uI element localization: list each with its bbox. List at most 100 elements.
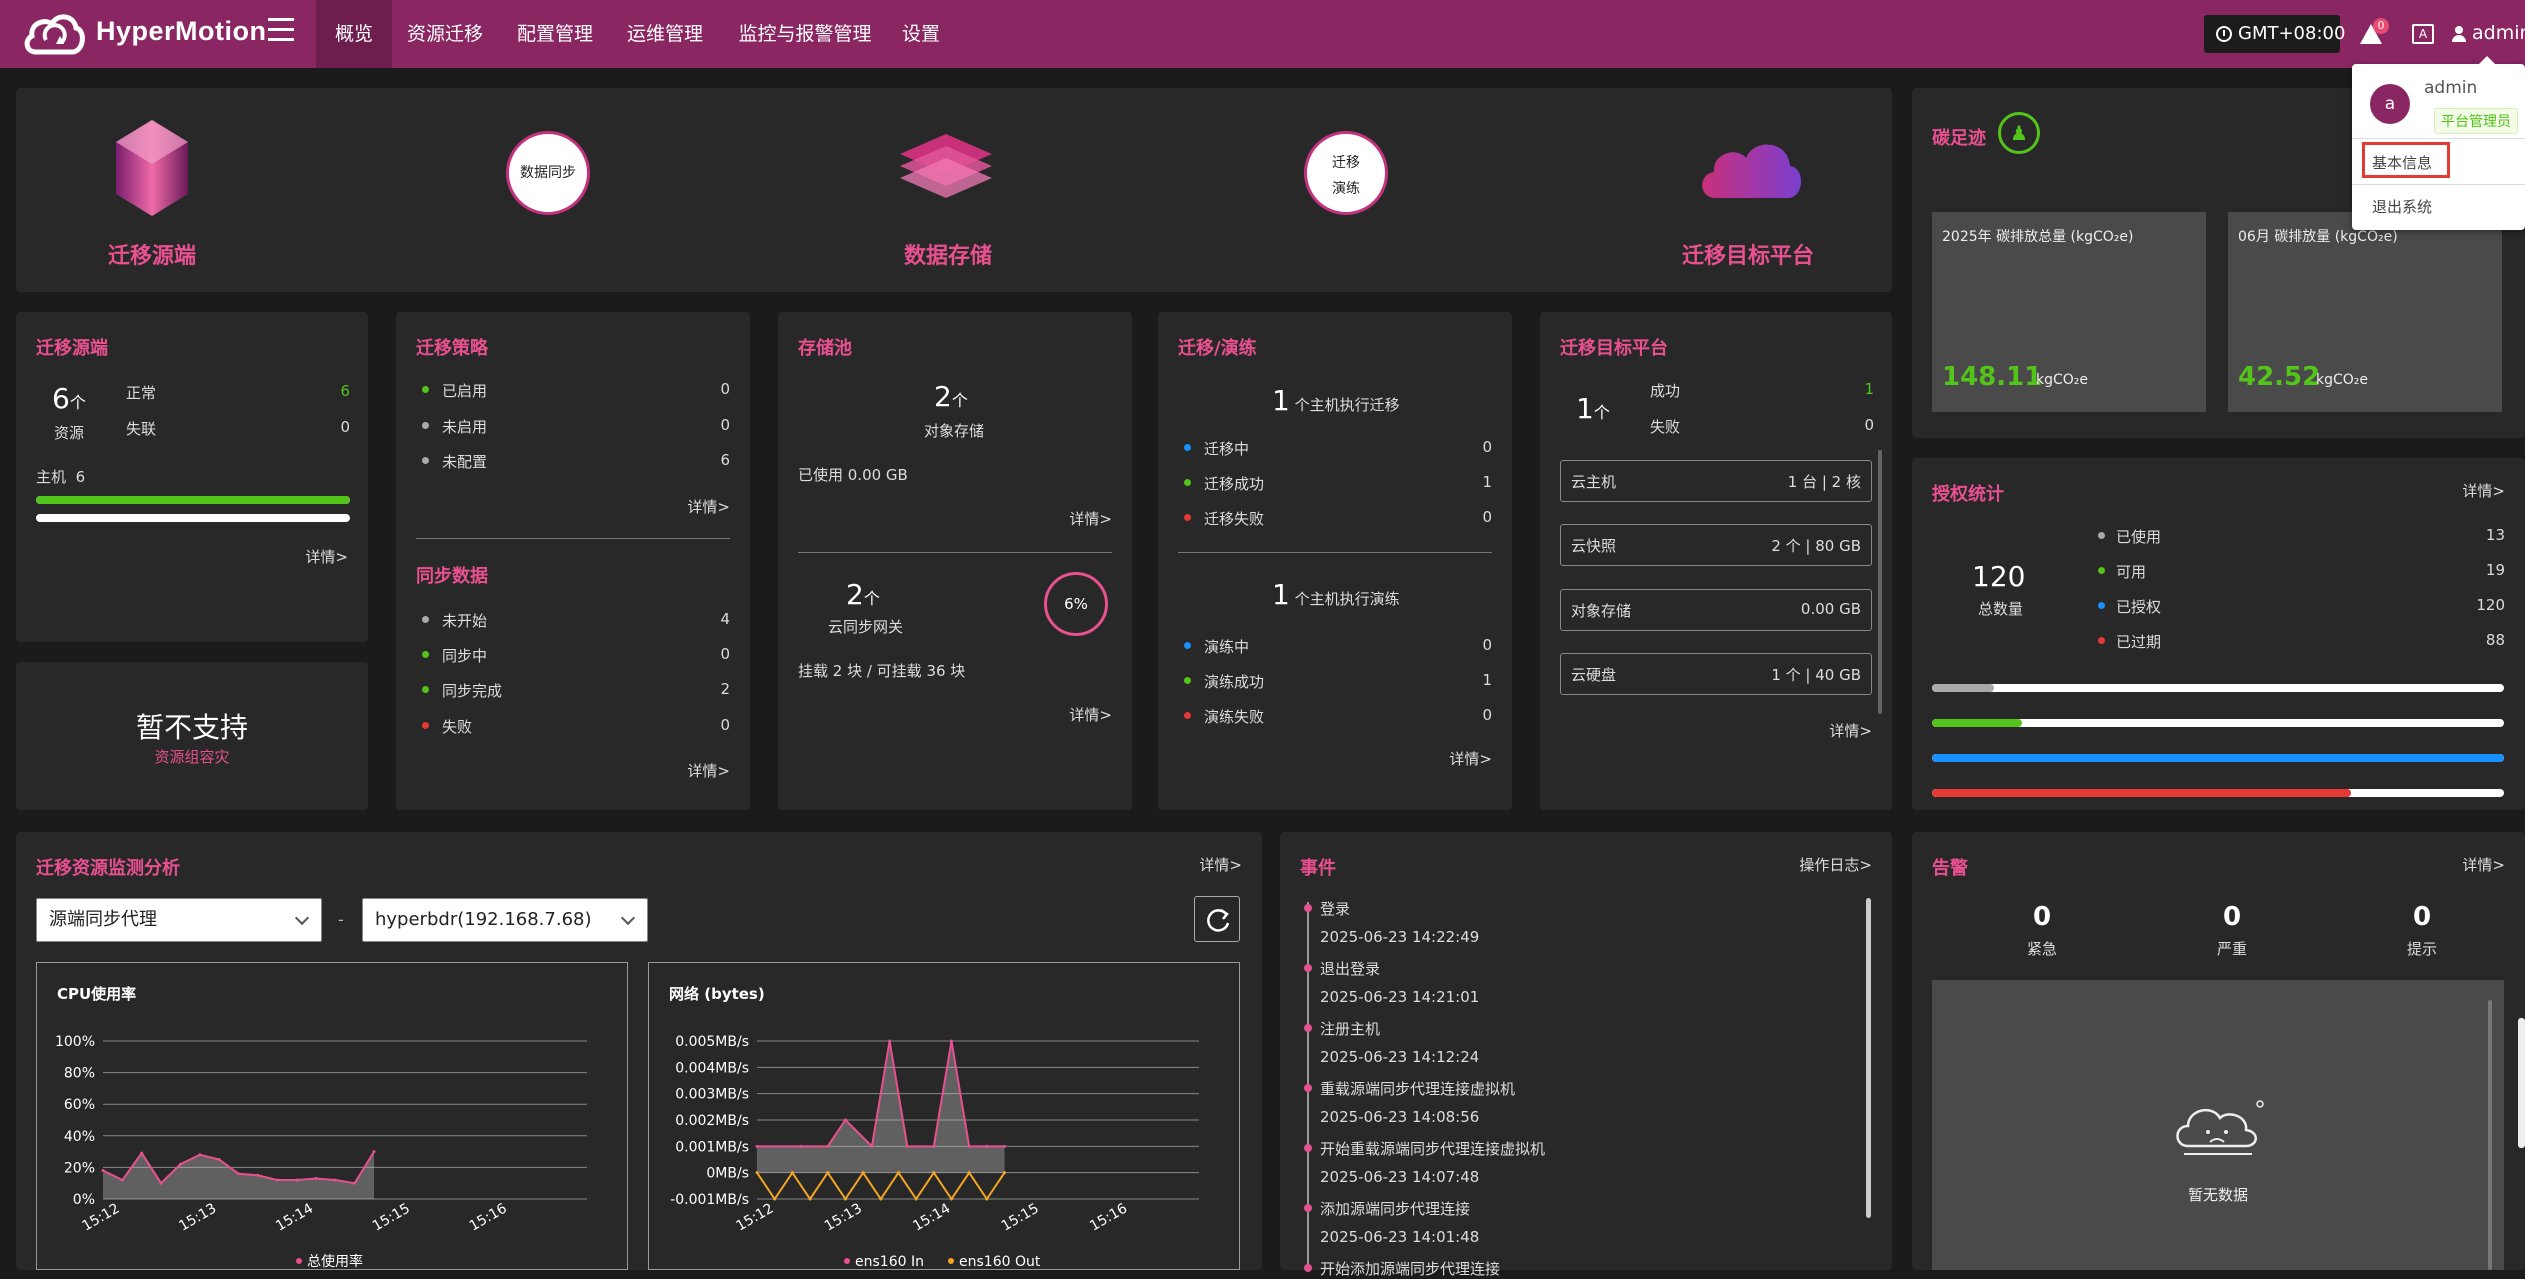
cloud-snapshot-row: 云快照 2 个 | 80 GB [1560,524,1872,566]
menu-toggle-icon[interactable] [268,18,294,42]
timeline-dot [1304,1204,1312,1212]
license-detail-link[interactable]: 详情> [2462,480,2505,501]
agent-host-select[interactable]: hyperbdr(192.168.7.68) [362,898,648,942]
y-tick-label: 100% [55,1034,95,1050]
data-point [755,1171,759,1175]
event-title: 重载源端同步代理连接虚拟机 [1320,1080,1516,1098]
timeline-dot [1304,1264,1312,1272]
data-point [1003,1171,1007,1175]
nav-monitor-alarm[interactable]: 监控与报警管理 [730,0,880,68]
alarm-title: 告警 [1932,858,1968,879]
data-point [949,1039,953,1043]
lost-value: 0 [340,418,350,436]
migration-detail-link[interactable]: 详情> [1449,748,1492,769]
language-icon[interactable]: A [2412,24,2434,44]
migration-count: 1 个主机执行迁移 [1272,384,1400,417]
network-chart: 网络 (bytes) 0.005MB/s 0.004MB/s 0.003MB/s 0.0… [669,985,1199,1270]
legend-label: 总使用率 [307,1253,363,1270]
license-item-value: 19 [2485,561,2505,579]
legend-label: ens160 In [855,1254,924,1270]
timeline-dot [1304,964,1312,972]
y-tick-label: 0.001MB/s [675,1139,749,1155]
divider [416,538,730,539]
gateway-detail-link[interactable]: 详情> [1069,704,1112,725]
status-dot [422,457,429,464]
license-panel: 授权统计 详情> 120 总数量 已使用 13 可用 19 已授权 120 已过期 88 [1912,458,2525,810]
event-time: 2025-06-23 14:07:48 [1320,1168,1480,1186]
event-title: 注册主机 [1320,1020,1381,1038]
data-point [256,1173,260,1177]
data-point [808,1197,812,1201]
data-point [333,1178,337,1182]
nav-ops-management[interactable]: 运维管理 [620,0,710,68]
strategy-detail-link[interactable]: 详情> [687,496,730,517]
license-item-label: 已授权 [2116,598,2162,616]
license-bar [1932,684,2504,692]
refresh-button[interactable] [1194,896,1240,942]
y-tick-label: 20% [64,1160,95,1176]
y-tick-label: -0.001MB/s [670,1192,749,1208]
refresh-icon [1207,908,1230,932]
agent-type-select[interactable]: 源端同步代理 [36,898,322,942]
alarm-detail-link[interactable]: 详情> [2462,854,2505,875]
nav-overview[interactable]: 概览 [316,0,392,68]
y-tick-label: 40% [64,1129,95,1145]
footprint-icon: ♟ [1998,112,2040,154]
strategy-item-label: 未启用 [442,418,488,436]
strategy-item-label: 未配置 [442,453,488,471]
storage-pool-title: 存储池 [798,338,852,359]
x-tick-label: 15:14 [273,1200,316,1234]
menu-item-logout[interactable]: 退出系统 [2372,196,2432,217]
strategy-item-label: 已启用 [442,382,488,400]
x-tick-label: 15:16 [467,1200,510,1234]
sync-item-label: 同步完成 [442,682,503,700]
timezone-button[interactable]: GMT+08:00 [2204,15,2345,53]
monitor-detail-link[interactable]: 详情> [1199,854,1242,875]
y-tick-label: 0.004MB/s [675,1060,749,1076]
page-scrollbar[interactable] [2518,1018,2525,1148]
target-scrollbar[interactable] [1878,450,1882,714]
target-detail-link[interactable]: 详情> [1829,720,1872,741]
sync-item-value: 4 [720,610,730,628]
resource-group-panel: 暂不支持 资源组容灾 [16,662,368,810]
strategy-title: 迁移策略 [416,338,488,359]
top-bar: HyperMotion 概览 资源迁移 配置管理 运维管理 监控与报警管理 设置… [0,0,2525,68]
user-icon[interactable] [2452,26,2466,42]
carbon-card-label: 2025年 碳排放总量 (kgCO₂e) [1942,229,2134,245]
operation-log-link[interactable]: 操作日志> [1799,854,1872,875]
storage-detail-link[interactable]: 详情> [1069,508,1112,529]
strategy-item-value: 6 [720,451,730,469]
carbon-card-value: 148.11 [1942,362,2043,392]
status-dot [2098,602,2105,609]
object-storage-count: 2个 [934,380,968,413]
drill-count: 1 个主机执行演练 [1272,578,1400,611]
data-point [888,1039,892,1043]
alarm-level-label: 紧急 [2026,940,2057,958]
nav-resource-migration[interactable]: 资源迁移 [400,0,490,68]
license-bar-fill [1932,719,2023,727]
host-label: 主机 6 [36,468,86,486]
data-point [275,1178,279,1182]
clock-icon [2216,26,2232,42]
role-badge: 平台管理员 [2434,108,2518,134]
nav-settings[interactable]: 设置 [895,0,947,68]
nav-config-management[interactable]: 配置管理 [510,0,600,68]
alarm-level-label: 提示 [2406,940,2437,958]
alarm-scrollbar[interactable] [2488,1000,2492,1270]
license-item-value: 13 [2485,526,2505,544]
event-time: 2025-06-23 14:12:24 [1320,1048,1480,1066]
source-count: 6个 [52,382,86,415]
menu-item-basic-info[interactable]: 基本信息 [2372,152,2432,173]
sync-item-value: 0 [720,716,730,734]
sync-detail-link[interactable]: 详情> [687,760,730,781]
flow-storage-label: 数据存储 [904,244,993,269]
drill-item-label: 演练失败 [1204,708,1265,726]
events-scrollbar[interactable] [1866,898,1871,1218]
object-storage-row: 对象存储 0.00 GB [1560,589,1872,631]
user-menu-trigger[interactable]: admin [2472,22,2525,44]
monitor-title: 迁移资源监测分析 [36,858,180,879]
host-lost-bar [36,514,350,522]
series-area [757,1041,1005,1173]
source-detail-link[interactable]: 详情> [305,546,348,567]
y-tick-label: 60% [64,1097,95,1113]
